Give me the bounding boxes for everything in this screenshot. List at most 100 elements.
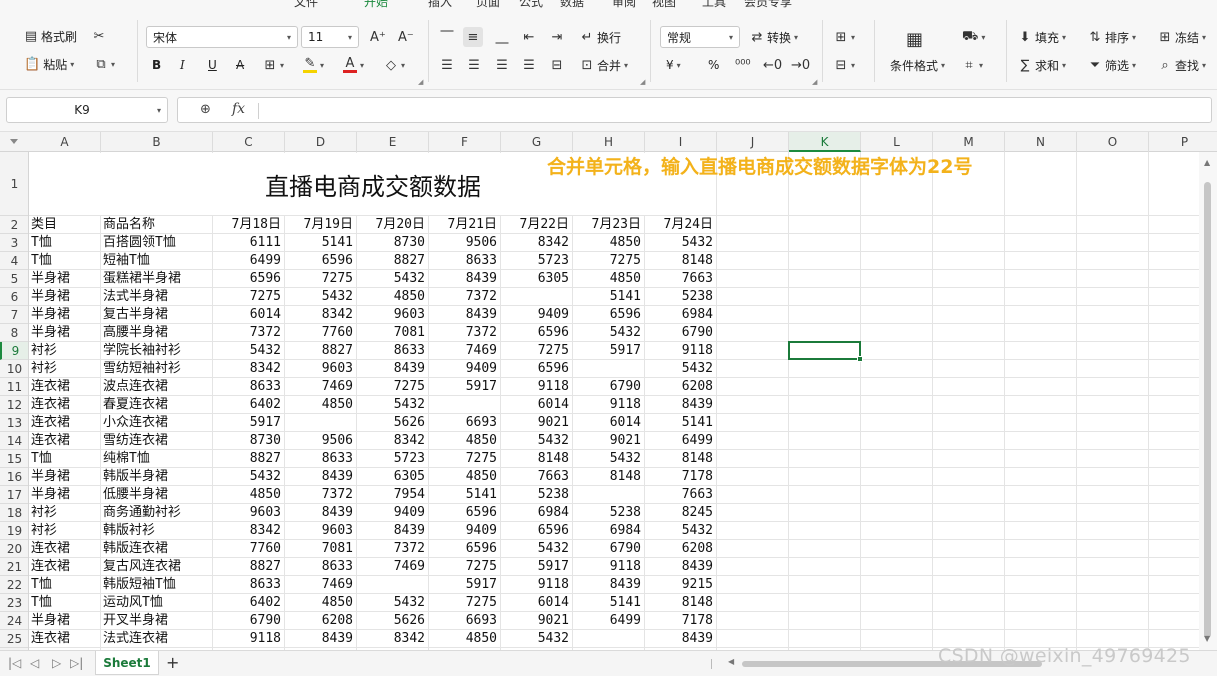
cell-style-button[interactable]: ⊞ ▾ <box>834 27 855 47</box>
cell-b20[interactable]: 韩版连衣裙 <box>101 540 212 557</box>
cell-d22[interactable]: 7469 <box>285 576 356 593</box>
menu-tab-7[interactable]: 视图 <box>652 0 676 10</box>
cell-b16[interactable]: 韩版半身裙 <box>101 468 212 485</box>
cell-a5[interactable]: 半身裙 <box>29 270 100 287</box>
cell-c17[interactable]: 4850 <box>213 486 284 503</box>
cell-f9[interactable]: 7469 <box>429 342 500 359</box>
increase-decimal-button[interactable]: ←0 <box>763 55 782 75</box>
cell-i17[interactable]: 7663 <box>645 486 716 503</box>
convert-button[interactable]: ⇄ 转换 ▾ <box>750 27 798 47</box>
cell-a20[interactable]: 连衣裙 <box>29 540 100 557</box>
dialog-launcher-icon[interactable]: ◢ <box>418 78 423 86</box>
sum-button[interactable]: ∑ 求和 ▾ <box>1018 55 1066 75</box>
cell-b15[interactable]: 纯棉T恤 <box>101 450 212 467</box>
menu-tab-3[interactable]: 页面 <box>476 0 500 10</box>
cell-g25[interactable]: 5432 <box>501 630 572 647</box>
cell-d4[interactable]: 6596 <box>285 252 356 269</box>
cell-c3[interactable]: 6111 <box>213 234 284 251</box>
cell-f18[interactable]: 6596 <box>429 504 500 521</box>
cell-a9[interactable]: 衬衫 <box>29 342 100 359</box>
number-format-select[interactable]: 常规 ▾ <box>660 26 740 48</box>
cell-d11[interactable]: 7469 <box>285 378 356 395</box>
vertical-scrollbar[interactable]: ▲ ▼ <box>1199 152 1217 650</box>
row-header-23[interactable]: 23 <box>0 594 28 612</box>
cell-a16[interactable]: 半身裙 <box>29 468 100 485</box>
conditional-format-button[interactable]: 条件格式 ▾ <box>890 55 945 75</box>
header-cell-d[interactable]: 7月19日 <box>285 216 356 233</box>
cell-g14[interactable]: 5432 <box>501 432 572 449</box>
row-header-21[interactable]: 21 <box>0 558 28 576</box>
justify-button[interactable]: ☰ <box>522 55 536 75</box>
cell-h8[interactable]: 5432 <box>573 324 644 341</box>
row-header-19[interactable]: 19 <box>0 522 28 540</box>
cell-i16[interactable]: 7178 <box>645 468 716 485</box>
cell-b13[interactable]: 小众连衣裙 <box>101 414 212 431</box>
cell-b7[interactable]: 复古半身裙 <box>101 306 212 323</box>
menu-tab-1[interactable]: 开始 <box>364 0 388 10</box>
cell-g20[interactable]: 5432 <box>501 540 572 557</box>
decrease-font-button[interactable]: A⁻ <box>398 27 414 47</box>
fill-color-button[interactable]: ✎ ▾ <box>303 55 324 75</box>
format-painter-button[interactable]: ▤ 格式刷 <box>24 26 77 46</box>
bold-button[interactable]: B <box>152 55 161 75</box>
cell-g3[interactable]: 8342 <box>501 234 572 251</box>
cell-a13[interactable]: 连衣裙 <box>29 414 100 431</box>
dialog-launcher-icon[interactable]: ◢ <box>812 78 817 86</box>
add-sheet-button[interactable]: + <box>166 653 179 672</box>
cell-d5[interactable]: 7275 <box>285 270 356 287</box>
cell-e17[interactable]: 7954 <box>357 486 428 503</box>
cell-g21[interactable]: 5917 <box>501 558 572 575</box>
increase-font-button[interactable]: A⁺ <box>370 27 386 47</box>
cell-format-button[interactable]: ⛟ ▾ <box>962 27 985 47</box>
cell-e20[interactable]: 7372 <box>357 540 428 557</box>
cell-f22[interactable]: 5917 <box>429 576 500 593</box>
last-sheet-icon[interactable]: ▷| <box>70 656 83 670</box>
cell-d25[interactable]: 8439 <box>285 630 356 647</box>
underline-button[interactable]: U <box>208 55 217 75</box>
cell-c13[interactable]: 5917 <box>213 414 284 431</box>
cell-c15[interactable]: 8827 <box>213 450 284 467</box>
cell-d18[interactable]: 8439 <box>285 504 356 521</box>
cell-c18[interactable]: 9603 <box>213 504 284 521</box>
cell-b19[interactable]: 韩版衬衫 <box>101 522 212 539</box>
row-header-11[interactable]: 11 <box>0 378 28 396</box>
cell-h12[interactable]: 9118 <box>573 396 644 413</box>
cell-f11[interactable]: 5917 <box>429 378 500 395</box>
selected-cell[interactable] <box>788 341 863 362</box>
prev-sheet-icon[interactable]: ◁ <box>30 656 39 670</box>
cell-e3[interactable]: 8730 <box>357 234 428 251</box>
row-header-3[interactable]: 3 <box>0 234 28 252</box>
menu-tab-8[interactable]: 工具 <box>702 0 726 10</box>
cell-h6[interactable]: 5141 <box>573 288 644 305</box>
cell-b6[interactable]: 法式半身裙 <box>101 288 212 305</box>
cell-h3[interactable]: 4850 <box>573 234 644 251</box>
cell-c6[interactable]: 7275 <box>213 288 284 305</box>
cell-h4[interactable]: 7275 <box>573 252 644 269</box>
cell-i23[interactable]: 8148 <box>645 594 716 611</box>
cell-d19[interactable]: 9603 <box>285 522 356 539</box>
cell-f21[interactable]: 7275 <box>429 558 500 575</box>
cell-a22[interactable]: T恤 <box>29 576 100 593</box>
column-header-i[interactable]: I <box>645 132 717 152</box>
cell-a6[interactable]: 半身裙 <box>29 288 100 305</box>
cell-e19[interactable]: 8439 <box>357 522 428 539</box>
next-sheet-icon[interactable]: ▷ <box>52 656 61 670</box>
scroll-down-icon[interactable]: ▼ <box>1204 634 1210 643</box>
cell-c10[interactable]: 8342 <box>213 360 284 377</box>
row-header-24[interactable]: 24 <box>0 612 28 630</box>
cell-f5[interactable]: 8439 <box>429 270 500 287</box>
font-size-select[interactable]: 11 ▾ <box>301 26 359 48</box>
column-header-b[interactable]: B <box>101 132 213 152</box>
cell-b24[interactable]: 开叉半身裙 <box>101 612 212 629</box>
cell-h19[interactable]: 6984 <box>573 522 644 539</box>
cell-f25[interactable]: 4850 <box>429 630 500 647</box>
sheet-tab-sheet1[interactable]: Sheet1 <box>95 651 159 675</box>
menu-tab-5[interactable]: 数据 <box>560 0 584 10</box>
cell-g16[interactable]: 7663 <box>501 468 572 485</box>
cell-i9[interactable]: 9118 <box>645 342 716 359</box>
cell-a11[interactable]: 连衣裙 <box>29 378 100 395</box>
conditional-format-icon-button[interactable]: ▦ <box>906 29 923 50</box>
cell-i13[interactable]: 5141 <box>645 414 716 431</box>
clear-button[interactable]: ◇ ▾ <box>384 55 405 75</box>
cell-i19[interactable]: 5432 <box>645 522 716 539</box>
